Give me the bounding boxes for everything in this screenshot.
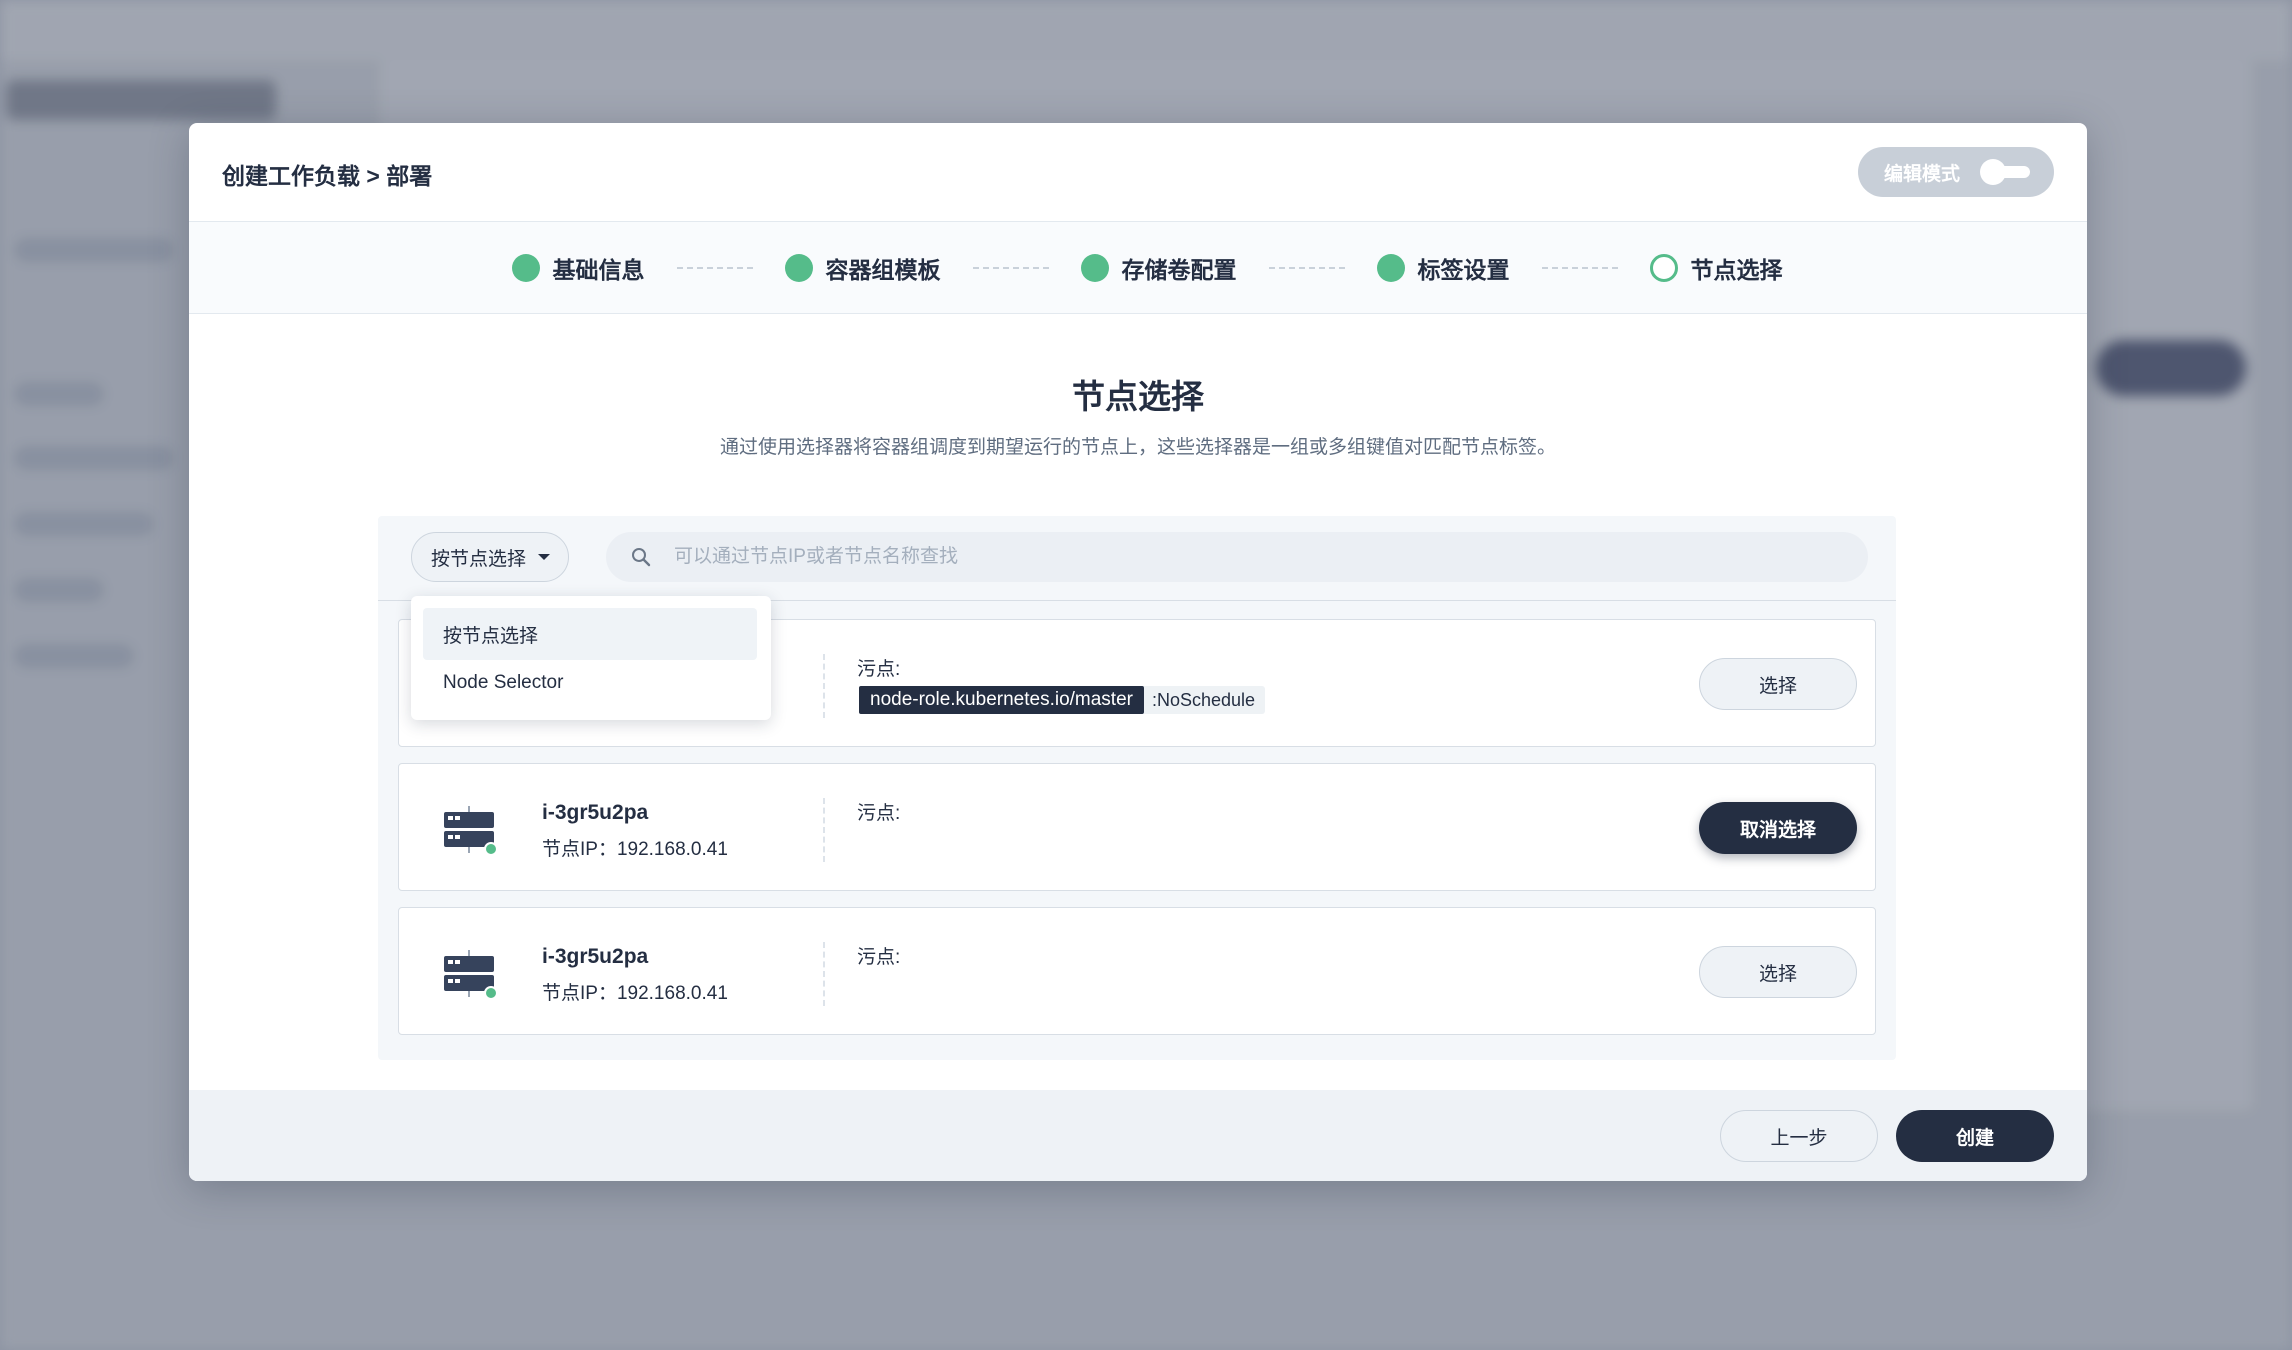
background-sidebar-item <box>14 512 154 536</box>
create-button[interactable]: 创建 <box>1896 1110 2054 1162</box>
modal-footer: 上一步 创建 <box>189 1090 2087 1181</box>
step-done-dot <box>1376 253 1405 282</box>
select-node-button[interactable]: 选择 <box>1699 658 1857 710</box>
step-done-dot <box>511 253 540 282</box>
card-divider <box>823 798 825 862</box>
step-label-settings[interactable]: 标签设置 <box>1376 251 1510 285</box>
step-label: 存储卷配置 <box>1121 256 1237 283</box>
wizard-steps: 基础信息 容器组模板 存储卷配置 标签设置 节点选择 <box>189 222 2087 314</box>
step-separator <box>676 266 753 269</box>
step-label: 容器组模板 <box>825 256 941 283</box>
node-name: i-3gr5u2pa <box>542 945 649 968</box>
step-current-dot <box>1649 253 1678 282</box>
step-done-dot <box>1080 253 1109 282</box>
edit-mode-label: 编辑模式 <box>1884 163 1961 185</box>
step-label: 标签设置 <box>1417 256 1510 283</box>
server-node-icon <box>444 950 498 1000</box>
dropdown-option-node-selector[interactable]: Node Selector <box>423 657 757 709</box>
section-title: 节点选择 <box>1072 378 1204 415</box>
node-card: i-3gr5u2pa 节点IP：192.168.0.41 污点: 取消选择 <box>398 763 1876 891</box>
edit-mode-toggle[interactable]: 编辑模式 <box>1858 147 2054 197</box>
background-button <box>2096 340 2246 396</box>
selection-mode-select[interactable]: 按节点选择 <box>411 532 569 582</box>
step-container-template[interactable]: 容器组模板 <box>784 251 941 285</box>
background-logo <box>6 80 276 120</box>
background-sidebar-item <box>14 238 174 262</box>
step-basic-info[interactable]: 基础信息 <box>511 251 645 285</box>
node-ip: 节点IP：192.168.0.41 <box>542 839 728 860</box>
background-sidebar-item <box>14 578 104 602</box>
taint-effect: :NoSchedule <box>1151 689 1256 710</box>
selection-mode-dropdown: 按节点选择 Node Selector <box>411 596 771 720</box>
toggle-knob <box>1980 159 2006 185</box>
node-search-box[interactable] <box>606 532 1868 582</box>
search-input[interactable] <box>672 545 1826 569</box>
step-separator <box>1268 266 1345 269</box>
modal-header: 创建工作负载 > 部署 编辑模式 <box>189 123 2087 222</box>
deselect-node-button[interactable]: 取消选择 <box>1699 802 1857 854</box>
taint-label: 污点: <box>857 947 901 968</box>
select-node-button[interactable]: 选择 <box>1699 946 1857 998</box>
search-icon <box>632 548 651 567</box>
node-ip: 节点IP：192.168.0.41 <box>542 983 728 1004</box>
step-node-selection[interactable]: 节点选择 <box>1649 251 1783 285</box>
taint-label: 污点: <box>857 659 901 680</box>
background-sidebar-item <box>14 446 174 470</box>
background-sidebar-item <box>14 644 134 668</box>
section-description: 通过使用选择器将容器组调度到期望运行的节点上，这些选择器是一组或多组键值对匹配节… <box>719 437 1556 458</box>
card-divider <box>823 942 825 1006</box>
taint-label: 污点: <box>857 803 901 824</box>
node-card: i-3gr5u2pa 节点IP：192.168.0.41 污点: 选择 <box>398 907 1876 1035</box>
node-toolbar: 按节点选择 <box>378 516 1896 601</box>
step-volume-config[interactable]: 存储卷配置 <box>1080 251 1237 285</box>
step-separator <box>1541 266 1618 269</box>
chevron-down-icon <box>538 554 551 560</box>
card-divider <box>823 654 825 718</box>
step-separator <box>972 266 1049 269</box>
previous-step-button[interactable]: 上一步 <box>1720 1110 1878 1162</box>
server-node-icon <box>444 806 498 856</box>
step-label: 基础信息 <box>552 256 645 283</box>
dropdown-option-by-node[interactable]: 按节点选择 <box>423 608 757 660</box>
taint-tag: node-role.kubernetes.io/master :NoSchedu… <box>859 686 1266 714</box>
modal-title: 创建工作负载 > 部署 <box>222 163 433 189</box>
taint-key: node-role.kubernetes.io/master <box>859 686 1144 714</box>
background-topbar <box>0 0 2292 60</box>
node-name: i-3gr5u2pa <box>542 801 649 824</box>
selection-mode-value: 按节点选择 <box>431 548 527 570</box>
step-done-dot <box>784 253 813 282</box>
step-label: 节点选择 <box>1690 256 1783 283</box>
background-sidebar-item <box>14 382 104 406</box>
